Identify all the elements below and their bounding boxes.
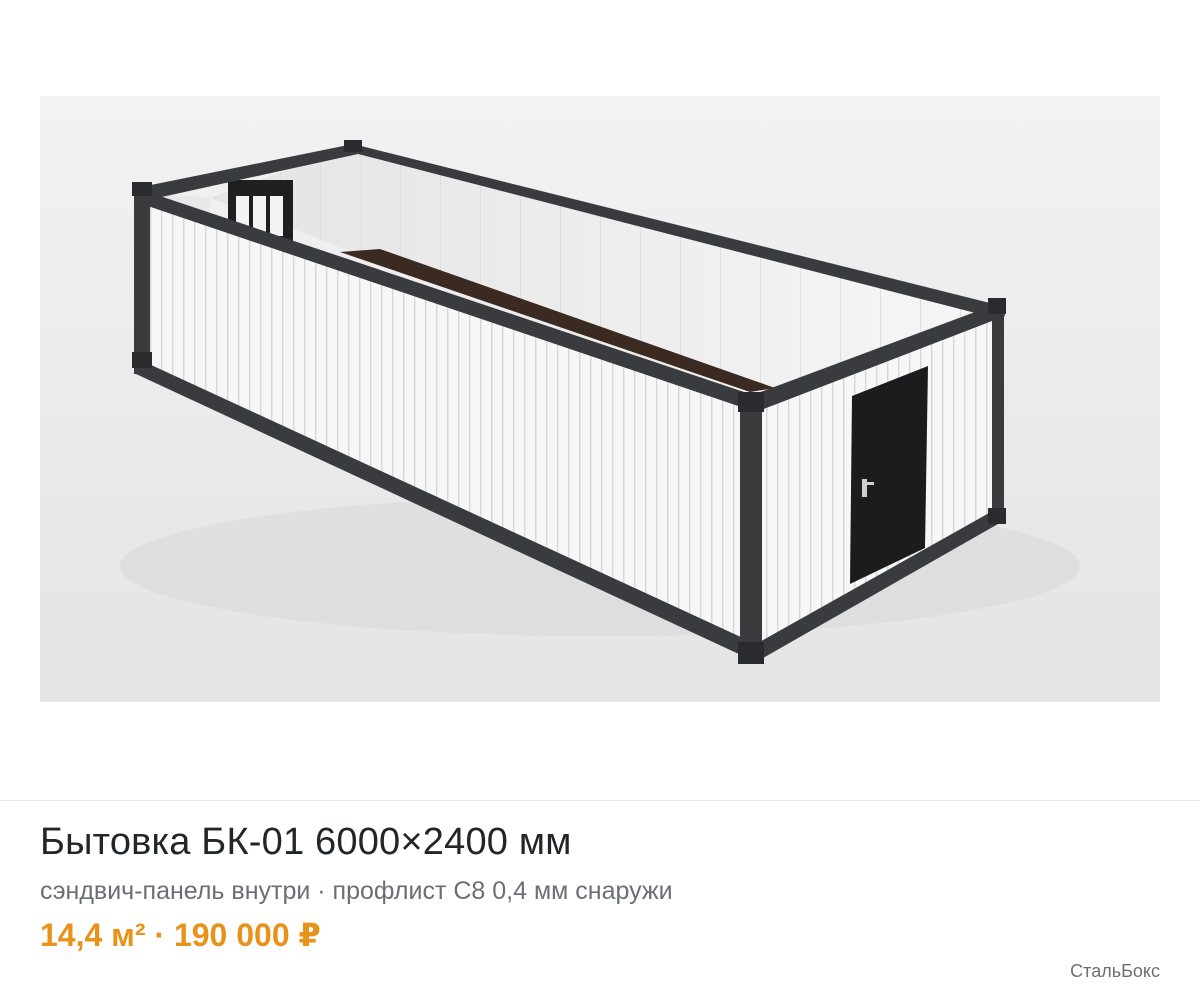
- price-line: 14,4 м² · 190 000 ₽: [40, 914, 321, 956]
- modular-cabin-illustration: [40, 96, 1160, 702]
- area-value: 14,4 м²: [40, 917, 146, 953]
- divider: [0, 800, 1200, 801]
- brand-name[interactable]: СтальБокс: [1070, 958, 1160, 984]
- price-value: 190 000 ₽: [173, 917, 321, 953]
- product-title[interactable]: Бытовка БК-01 6000×2400 мм: [40, 818, 572, 866]
- product-image: [40, 96, 1160, 702]
- product-description: сэндвич-панель внутри · профлист С8 0,4 …: [40, 877, 673, 905]
- door-icon: [850, 366, 928, 584]
- separator: ·: [145, 917, 174, 953]
